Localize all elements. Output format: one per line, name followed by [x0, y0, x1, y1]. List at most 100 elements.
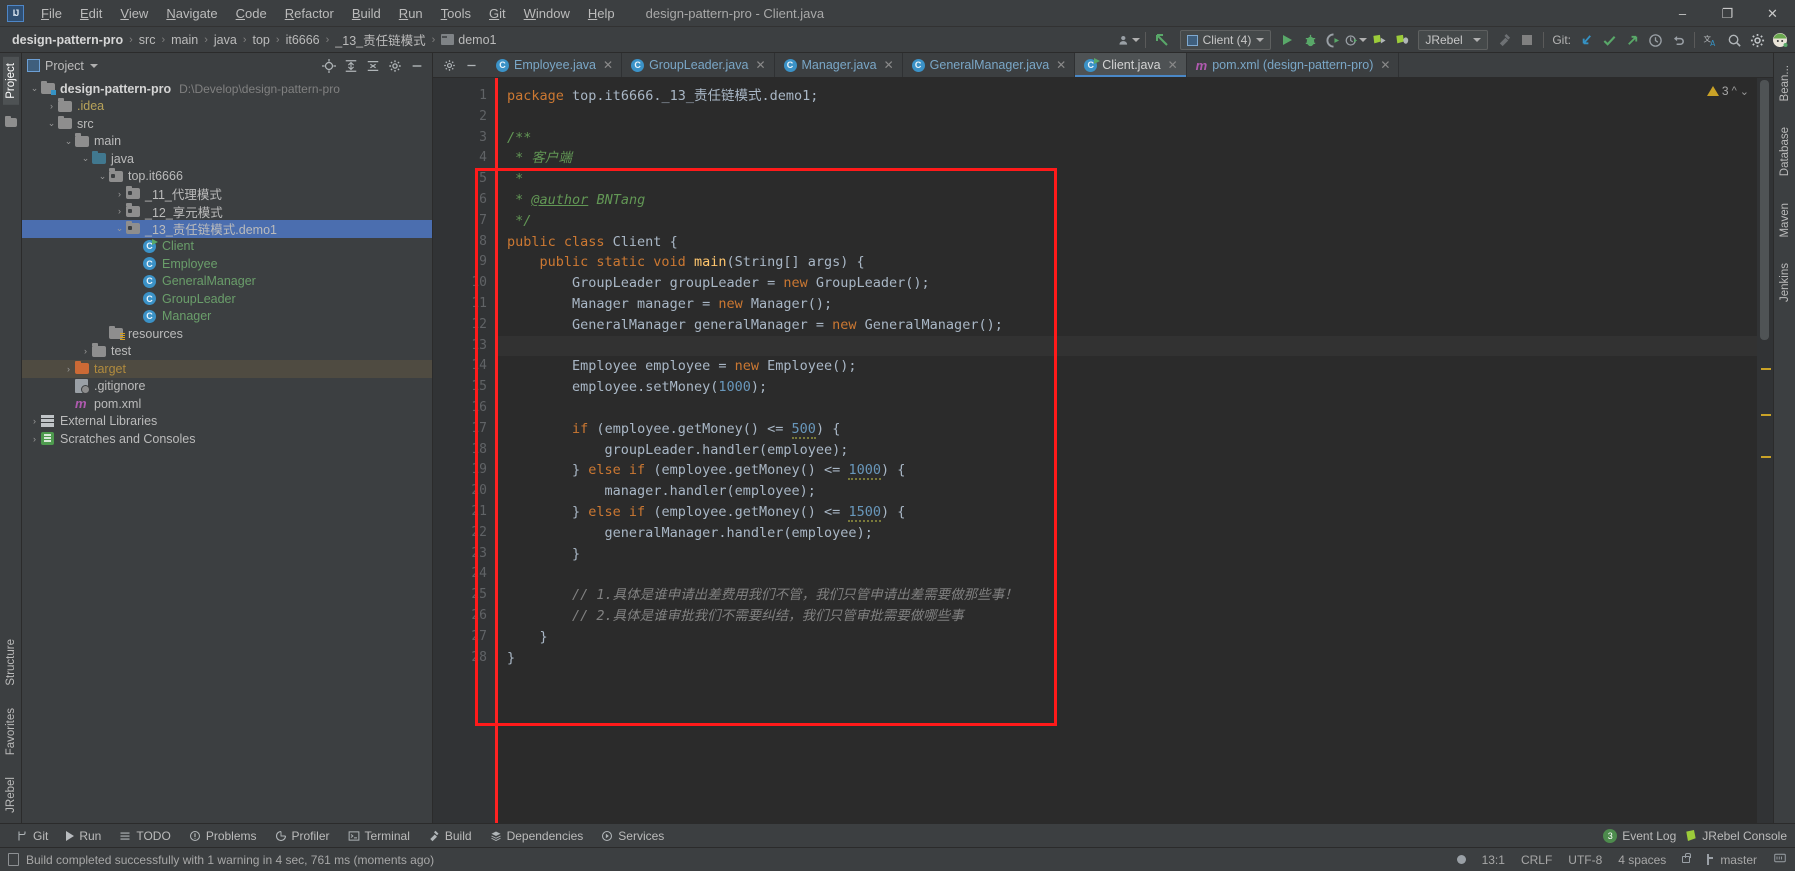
line-number[interactable]: 20	[433, 481, 495, 502]
line-number[interactable]: 5	[433, 169, 495, 190]
line-number[interactable]: 8	[433, 232, 495, 253]
menu-item-window[interactable]: Window	[515, 2, 579, 25]
line-number[interactable]: 22	[433, 523, 495, 544]
close-tab-icon[interactable]: ✕	[1168, 58, 1178, 72]
scrollbar-thumb[interactable]	[1760, 80, 1769, 340]
line-number[interactable]: 6	[433, 190, 495, 211]
line-number[interactable]: 27–	[433, 627, 495, 648]
settings-gear-icon[interactable]	[1746, 29, 1768, 51]
collapse-all-icon[interactable]	[363, 56, 383, 76]
line-number[interactable]: 19–	[433, 460, 495, 481]
tree-node-_13_------demo1[interactable]: ⌄_13_责任链模式.demo1	[22, 220, 432, 238]
inspection-status-badge[interactable]: 3 ^ ⌄	[1707, 84, 1749, 98]
run-icon[interactable]	[1276, 29, 1298, 51]
tool-button-problems[interactable]: Problems	[181, 827, 265, 845]
menu-item-code[interactable]: Code	[227, 2, 276, 25]
editor-tab-employee-java[interactable]: CEmployee.java✕	[487, 53, 622, 77]
code-line[interactable]: *	[495, 169, 1757, 190]
menu-item-run[interactable]: Run	[390, 2, 432, 25]
line-number[interactable]: 12	[433, 315, 495, 336]
chevron-right-icon[interactable]: ›	[79, 346, 92, 356]
hammer-icon[interactable]	[1493, 29, 1515, 51]
line-number[interactable]: 23–	[433, 544, 495, 565]
maximize-button[interactable]: ❐	[1705, 0, 1750, 27]
code-line[interactable]: } else if (employee.getMoney() <= 1000) …	[495, 460, 1757, 481]
line-number[interactable]: 21–	[433, 502, 495, 523]
sidebar-item-database[interactable]: Database	[1777, 121, 1793, 182]
hide-panel-icon[interactable]	[407, 56, 427, 76]
code-line[interactable]: }	[495, 544, 1757, 565]
close-tab-icon[interactable]: ✕	[755, 58, 765, 72]
search-icon[interactable]	[1723, 29, 1745, 51]
line-number[interactable]: 28	[433, 648, 495, 669]
event-log-button[interactable]: 3 Event Log	[1603, 829, 1676, 843]
code-line[interactable]: Manager manager = new Manager();	[495, 294, 1757, 315]
menu-item-refactor[interactable]: Refactor	[276, 2, 343, 25]
expand-all-icon[interactable]	[341, 56, 361, 76]
chevron-down-icon[interactable]: ⌄	[45, 118, 58, 129]
chevron-down-icon[interactable]	[90, 64, 98, 68]
tool-button-profiler[interactable]: Profiler	[267, 827, 338, 845]
line-number[interactable]: 2	[433, 107, 495, 128]
tree-node-client[interactable]: CClient	[22, 238, 432, 256]
code-line[interactable]: }	[495, 648, 1757, 669]
sidebar-item-project[interactable]: Project	[3, 57, 19, 105]
git-commit-icon[interactable]	[1598, 29, 1620, 51]
menu-item-edit[interactable]: Edit	[71, 2, 111, 25]
chevron-right-icon[interactable]: ›	[62, 364, 75, 374]
line-number[interactable]: 9–	[433, 252, 495, 273]
menu-item-help[interactable]: Help	[579, 2, 624, 25]
chevron-down-icon[interactable]: ⌄	[79, 153, 92, 164]
code-line[interactable]: generalManager.handler(employee);	[495, 523, 1757, 544]
history-icon[interactable]	[1644, 29, 1666, 51]
code-line[interactable]: } else if (employee.getMoney() <= 1500) …	[495, 502, 1757, 523]
tool-button-build[interactable]: Build	[420, 827, 480, 845]
line-separator[interactable]: CRLF	[1521, 853, 1552, 867]
line-number[interactable]: 24	[433, 564, 495, 585]
file-encoding[interactable]: UTF-8	[1568, 853, 1602, 867]
profiler-icon[interactable]	[1345, 29, 1367, 51]
code-line[interactable]: groupLeader.handler(employee);	[495, 440, 1757, 461]
run-configuration-selector[interactable]: Client (4)	[1180, 30, 1272, 50]
jrebel-debug-icon[interactable]	[1391, 29, 1413, 51]
chevron-right-icon[interactable]: ›	[28, 416, 41, 426]
code-line[interactable]: public static void main(String[] args) {	[495, 252, 1757, 273]
settings-gear-icon[interactable]	[385, 56, 405, 76]
code-line[interactable]: // 2.具体是谁审批我们不需要纠结，我们只管审批需要做哪些事	[495, 606, 1757, 627]
line-number[interactable]: 1	[433, 86, 495, 107]
chevron-right-icon[interactable]: ›	[28, 434, 41, 444]
menu-item-file[interactable]: File	[32, 2, 71, 25]
code-line[interactable]	[495, 564, 1757, 585]
tree-node-scratches-and-consoles[interactable]: ›Scratches and Consoles	[22, 430, 432, 448]
code-line[interactable]: }	[495, 627, 1757, 648]
tree-node-_11_----[interactable]: ›_11_代理模式	[22, 185, 432, 203]
user-avatar-icon[interactable]	[1118, 29, 1140, 51]
tool-button-dependencies[interactable]: Dependencies	[482, 827, 592, 845]
sidebar-item-maven[interactable]: Maven	[1777, 197, 1793, 244]
code-line[interactable]: GroupLeader groupLeader = new GroupLeade…	[495, 273, 1757, 294]
breadcrumb-item-7[interactable]: demo1	[437, 31, 500, 49]
tool-button-services[interactable]: Services	[593, 827, 672, 845]
editor-tab-client-java[interactable]: CClient.java✕	[1075, 53, 1186, 77]
breadcrumb-item-1[interactable]: src	[135, 31, 160, 49]
tool-button-todo[interactable]: TODO	[111, 827, 178, 845]
tool-button-terminal[interactable]: Terminal	[340, 827, 418, 845]
code-line[interactable]: * @author BNTang	[495, 190, 1757, 211]
tree-node-resources[interactable]: resources	[22, 325, 432, 343]
warning-marker[interactable]	[1761, 414, 1771, 416]
line-number[interactable]: 11	[433, 294, 495, 315]
breadcrumb-item-6[interactable]: _13_责任链模式	[331, 28, 429, 51]
editor-tab-groupleader-java[interactable]: CGroupLeader.java✕	[622, 53, 774, 77]
close-tab-icon[interactable]: ✕	[884, 58, 894, 72]
code-editor[interactable]: package top.it6666._13_责任链模式.demo1;/** *…	[495, 78, 1757, 823]
code-line[interactable]: public class Client {	[495, 232, 1757, 253]
sidebar-item-jrebel[interactable]: JRebel	[3, 771, 19, 819]
breadcrumb-item-0[interactable]: design-pattern-pro	[8, 31, 127, 49]
menu-item-git[interactable]: Git	[480, 2, 515, 25]
chevron-right-icon[interactable]: ›	[113, 189, 126, 199]
menu-item-view[interactable]: View	[111, 2, 157, 25]
menu-item-navigate[interactable]: Navigate	[157, 2, 226, 25]
run-coverage-icon[interactable]	[1322, 29, 1344, 51]
code-line[interactable]	[495, 336, 1757, 357]
editor-gutter[interactable]: 123–4567–89–1011121314151617–1819–2021–2…	[433, 78, 495, 823]
